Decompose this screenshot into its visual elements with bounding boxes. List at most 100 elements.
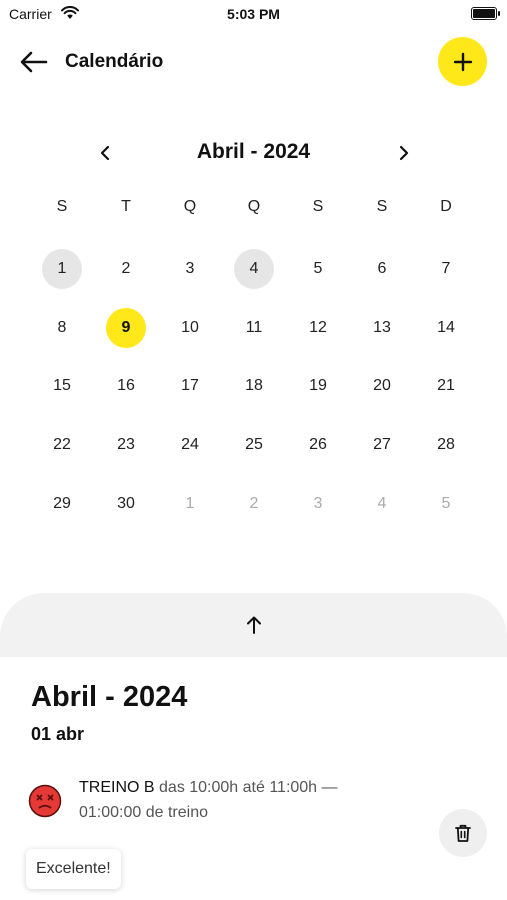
- next-month-button[interactable]: [389, 138, 419, 168]
- weekday-header: S T Q Q S S D: [30, 198, 478, 216]
- month-label: Abril - 2024: [196, 140, 311, 163]
- day-number: 1: [42, 249, 82, 290]
- day-number: 27: [373, 436, 391, 454]
- trash-icon: [455, 824, 471, 842]
- month-navigator: Abril - 2024: [0, 134, 507, 172]
- day-number: 5: [441, 494, 451, 512]
- calendar-day[interactable]: 26: [286, 416, 350, 475]
- calendar-day[interactable]: 1: [30, 240, 94, 299]
- calendar-day-next-month[interactable]: 1: [158, 474, 222, 533]
- calendar-day[interactable]: 6: [350, 240, 414, 299]
- day-number: 10: [181, 318, 199, 336]
- calendar-day[interactable]: 12: [286, 299, 350, 358]
- arrow-up-icon: [246, 616, 261, 634]
- mood-tooltip: Excelente!: [26, 849, 121, 889]
- day-number: 1: [185, 494, 195, 512]
- event-duration: 01:00:00 de treino: [79, 804, 208, 821]
- weekday-label: S: [312, 198, 324, 215]
- sad-face-icon: [28, 784, 62, 818]
- day-number: 8: [57, 318, 67, 336]
- calendar-day[interactable]: 21: [414, 357, 478, 416]
- plus-icon: [453, 52, 472, 71]
- calendar-day-next-month[interactable]: 5: [414, 474, 478, 533]
- day-number: 29: [53, 494, 71, 512]
- calendar-day[interactable]: 8: [30, 299, 94, 358]
- weekday-label: S: [56, 198, 68, 215]
- page-title: Calendário: [65, 51, 164, 72]
- day-number: 4: [234, 249, 274, 290]
- calendar-day[interactable]: 28: [414, 416, 478, 475]
- calendar-day[interactable]: 24: [158, 416, 222, 475]
- calendar-day[interactable]: 30: [94, 474, 158, 533]
- day-number: 28: [437, 436, 455, 454]
- weekday-label: T: [121, 198, 131, 215]
- weekday-label: D: [440, 198, 452, 215]
- day-number: 2: [249, 494, 259, 512]
- calendar-day[interactable]: 2: [94, 240, 158, 299]
- details-month-title: Abril - 2024: [31, 681, 188, 713]
- calendar-day[interactable]: 7: [414, 240, 478, 299]
- calendar-day[interactable]: 20: [350, 357, 414, 416]
- calendar-day[interactable]: 25: [222, 416, 286, 475]
- calendar-day-selected[interactable]: 9: [94, 299, 158, 358]
- details-date-title: 01 abr: [31, 724, 85, 744]
- calendar-day[interactable]: 29: [30, 474, 94, 533]
- calendar-day[interactable]: 13: [350, 299, 414, 358]
- calendar-day[interactable]: 11: [222, 299, 286, 358]
- calendar-day[interactable]: 17: [158, 357, 222, 416]
- add-button[interactable]: [438, 37, 487, 86]
- calendar-day[interactable]: 10: [158, 299, 222, 358]
- status-bar: Carrier 5:03 PM: [0, 0, 507, 30]
- calendar-day[interactable]: 19: [286, 357, 350, 416]
- calendar-day[interactable]: 16: [94, 357, 158, 416]
- calendar-day[interactable]: 4: [222, 240, 286, 299]
- calendar-day[interactable]: 14: [414, 299, 478, 358]
- event-description: TREINO B das 10:00h até 11:00h — 01:00:0…: [79, 775, 399, 825]
- weekday-label: Q: [183, 198, 197, 215]
- day-number: 18: [245, 377, 263, 395]
- event-name: TREINO B: [79, 779, 155, 796]
- day-number: 9: [106, 307, 146, 348]
- day-number: 3: [185, 260, 195, 278]
- calendar-day-next-month[interactable]: 2: [222, 474, 286, 533]
- day-number: 24: [181, 436, 199, 454]
- day-number: 14: [437, 318, 455, 336]
- calendar-day[interactable]: 22: [30, 416, 94, 475]
- day-number: 15: [53, 377, 71, 395]
- chevron-right-icon: [399, 145, 409, 161]
- day-number: 4: [377, 494, 387, 512]
- status-time: 5:03 PM: [227, 6, 280, 22]
- day-number: 7: [441, 260, 451, 278]
- day-number: 22: [53, 436, 71, 454]
- calendar-day[interactable]: 18: [222, 357, 286, 416]
- day-number: 11: [245, 318, 263, 336]
- arrow-left-icon: [20, 51, 48, 73]
- back-button[interactable]: [18, 48, 50, 76]
- day-number: 30: [117, 494, 135, 512]
- day-number: 20: [373, 377, 391, 395]
- day-number: 12: [309, 318, 327, 336]
- calendar-day[interactable]: 27: [350, 416, 414, 475]
- day-number: 5: [313, 260, 323, 278]
- day-number: 17: [181, 377, 199, 395]
- day-number: 21: [437, 377, 455, 395]
- calendar-day[interactable]: 15: [30, 357, 94, 416]
- day-number: 13: [373, 318, 391, 336]
- calendar-day-next-month[interactable]: 3: [286, 474, 350, 533]
- expand-sheet-button[interactable]: [0, 593, 507, 657]
- calendar-day-next-month[interactable]: 4: [350, 474, 414, 533]
- delete-event-button[interactable]: [439, 809, 487, 857]
- app-header: Calendário: [0, 36, 507, 88]
- weekday-label: S: [376, 198, 388, 215]
- calendar-day[interactable]: 23: [94, 416, 158, 475]
- event-time: das 10:00h até 11:00h —: [159, 779, 338, 796]
- weekday-label: Q: [247, 198, 261, 215]
- day-number: 16: [117, 377, 135, 395]
- day-number: 2: [121, 260, 131, 278]
- day-number: 19: [309, 377, 327, 395]
- day-number: 23: [117, 436, 135, 454]
- calendar-day[interactable]: 3: [158, 240, 222, 299]
- calendar-day[interactable]: 5: [286, 240, 350, 299]
- day-number: 25: [245, 436, 263, 454]
- day-number: 26: [309, 436, 327, 454]
